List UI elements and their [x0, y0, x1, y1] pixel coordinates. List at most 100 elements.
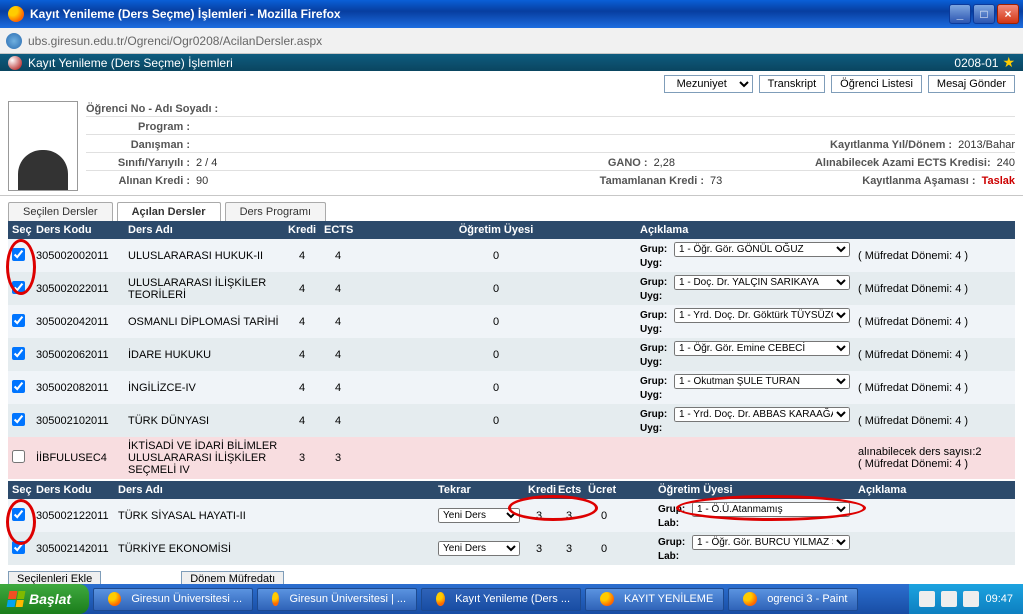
grup-select[interactable]: 1 - Okutman ŞULE TURAN — [674, 374, 850, 389]
cell-ad: ULUSLARARASI HUKUK-II — [124, 247, 284, 265]
ogrenci-no-label: Öğrenci No - Adı Soyadı : — [86, 103, 224, 115]
row-checkbox[interactable] — [12, 541, 25, 554]
mezuniyet-select[interactable]: Mezuniyet — [664, 75, 753, 93]
cell-ad: TÜRKİYE EKONOMİSİ — [114, 540, 434, 558]
azami-value: 240 — [997, 157, 1015, 169]
grup-select[interactable]: 1 - Yrd. Doç. Dr. ABBAS KARAAĞAÇLI — [674, 407, 850, 422]
tray-icon[interactable] — [919, 591, 935, 607]
cell-kod: 305002082011 — [32, 379, 124, 397]
kayitlanma-yil-value: 2013/Bahar — [958, 139, 1015, 151]
tamamlanan-value: 73 — [710, 175, 722, 187]
table-row: 305002082011 İNGİLİZCE-IV 4 4 0 Grup:1 -… — [8, 371, 1015, 404]
minimize-button[interactable]: _ — [949, 4, 971, 24]
alinan-kredi-value: 90 — [196, 175, 208, 187]
task-icon — [272, 592, 279, 606]
sinif-label: Sınıfı/Yarıyılı : — [86, 157, 196, 169]
maximize-button[interactable]: □ — [973, 4, 995, 24]
col2-ucret: Ücret — [584, 481, 624, 499]
cell-note: alınabilecek ders sayısı:2 ( Müfredat Dö… — [854, 443, 994, 473]
col-ects: ECTS — [320, 221, 356, 239]
tab-program[interactable]: Ders Programı — [225, 202, 327, 221]
taskbar-task[interactable]: Giresun Üniversitesi | ... — [257, 588, 417, 611]
cell-kod: 305002002011 — [32, 247, 124, 265]
secilenleri-ekle-button[interactable]: Seçilenleri Ekle — [8, 571, 101, 584]
tray-icon[interactable] — [963, 591, 979, 607]
col2-ects: Ects — [554, 481, 584, 499]
cell-kod: 305002062011 — [32, 346, 124, 364]
cell-ects: 4 — [320, 379, 356, 397]
row-checkbox[interactable] — [12, 281, 25, 294]
transkript-button[interactable]: Transkript — [759, 75, 826, 93]
danisman-label: Danışman : — [86, 139, 196, 151]
avatar — [8, 101, 78, 191]
row-checkbox[interactable] — [12, 450, 25, 463]
cell-kredi: 4 — [284, 313, 320, 331]
tab-acilan[interactable]: Açılan Dersler — [117, 202, 221, 221]
tekrar-select[interactable]: Yeni Ders — [438, 508, 520, 523]
tray-icon[interactable] — [941, 591, 957, 607]
url-input[interactable] — [28, 34, 1017, 48]
cell-kredi: 3 — [524, 507, 554, 525]
cell-ad: İKTİSADİ VE İDARİ BİLİMLER ULUSLARARASI … — [124, 437, 284, 479]
taskbar-task[interactable]: KAYIT YENİLEME — [585, 588, 724, 611]
cell-kod: 305002042011 — [32, 313, 124, 331]
row-checkbox[interactable] — [12, 314, 25, 327]
program-label: Program : — [86, 121, 196, 133]
grup-select[interactable]: 1 - Doç. Dr. YALÇIN SARIKAYA — [674, 275, 850, 290]
col-kod: Ders Kodu — [32, 221, 124, 239]
task-label: Kayıt Yenileme (Ders ... — [455, 593, 570, 605]
donem-mufredati-button[interactable]: Dönem Müfredatı — [181, 571, 284, 584]
grup-select[interactable]: 1 - Öğr. Gör. Emine CEBECİ — [674, 341, 850, 356]
task-label: Giresun Üniversitesi | ... — [289, 593, 406, 605]
start-button[interactable]: Başlat — [0, 584, 89, 614]
cell-kredi: 4 — [284, 280, 320, 298]
col-ad: Ders Adı — [124, 221, 284, 239]
task-label: Giresun Üniversitesi ... — [131, 593, 242, 605]
grup-select[interactable]: 1 - Öğr. Gör. BURCU YILMAZ ŞAHİN — [692, 535, 850, 550]
grup-select[interactable]: 1 - Ö.Ü.Atanmamış — [692, 502, 850, 517]
cell-note: ( Müfredat Dönemi: 4 ) — [854, 280, 994, 298]
cell-uye: 0 — [356, 280, 636, 298]
ogrenci-listesi-button[interactable]: Öğrenci Listesi — [831, 75, 922, 93]
grup-select[interactable]: 1 - Yrd. Doç. Dr. Göktürk TÜYSÜZOĞLU — [674, 308, 850, 323]
cell-kod: İİBFULUSEC4 — [32, 449, 124, 467]
row-checkbox[interactable] — [12, 508, 25, 521]
row-checkbox[interactable] — [12, 347, 25, 360]
cell-note: ( Müfredat Dönemi: 4 ) — [854, 247, 994, 265]
cell-ects: 4 — [320, 313, 356, 331]
cell-uye — [356, 455, 636, 461]
cell-note: ( Müfredat Dönemi: 4 ) — [854, 346, 994, 364]
tekrar-select[interactable]: Yeni Ders — [438, 541, 520, 556]
col2-aciklama: Açıklama — [854, 481, 974, 499]
bottom-buttons: Seçilenleri Ekle Dönem Müfredatı — [0, 565, 1023, 584]
row-checkbox[interactable] — [12, 248, 25, 261]
taskbar-task[interactable]: Giresun Üniversitesi ... — [93, 588, 253, 611]
tab-secilen[interactable]: Seçilen Dersler — [8, 202, 113, 221]
cell-ad: İNGİLİZCE-IV — [124, 379, 284, 397]
table-row: 305002062011 İDARE HUKUKU 4 4 0 Grup:1 -… — [8, 338, 1015, 371]
clock: 09:47 — [985, 593, 1013, 605]
taskbar-task[interactable]: ogrenci 3 - Paint — [728, 588, 858, 611]
mesaj-gonder-button[interactable]: Mesaj Gönder — [928, 75, 1015, 93]
row-checkbox[interactable] — [12, 380, 25, 393]
cell-kredi: 3 — [284, 449, 320, 467]
grup-select[interactable]: 1 - Öğr. Gör. GÖNÜL OĞUZ — [674, 242, 850, 257]
cell-kod: 305002122011 — [32, 507, 114, 525]
task-icon — [436, 592, 445, 606]
col-aciklama: Açıklama — [636, 221, 854, 239]
col-sec: Seç — [8, 221, 32, 239]
cell-uye: 0 — [356, 412, 636, 430]
table-row: 305002002011 ULUSLARARASI HUKUK-II 4 4 0… — [8, 239, 1015, 272]
col2-tekrar: Tekrar — [434, 481, 524, 499]
cell-ects: 3 — [554, 507, 584, 525]
cell-ad: İDARE HUKUKU — [124, 346, 284, 364]
close-button[interactable]: × — [997, 4, 1019, 24]
table-row: 305002122011 TÜRK SİYASAL HAYATI-II Yeni… — [8, 499, 1015, 532]
row-checkbox[interactable] — [12, 413, 25, 426]
bullet-icon — [8, 56, 22, 70]
col-uye: Öğretim Üyesi — [356, 221, 636, 239]
cell-note: ( Müfredat Dönemi: 4 ) — [854, 313, 994, 331]
selected-grid: Seç Ders Kodu Ders Adı Tekrar Kredi Ects… — [8, 481, 1015, 565]
col2-ad: Ders Adı — [114, 481, 434, 499]
taskbar-task[interactable]: Kayıt Yenileme (Ders ... — [421, 588, 581, 611]
